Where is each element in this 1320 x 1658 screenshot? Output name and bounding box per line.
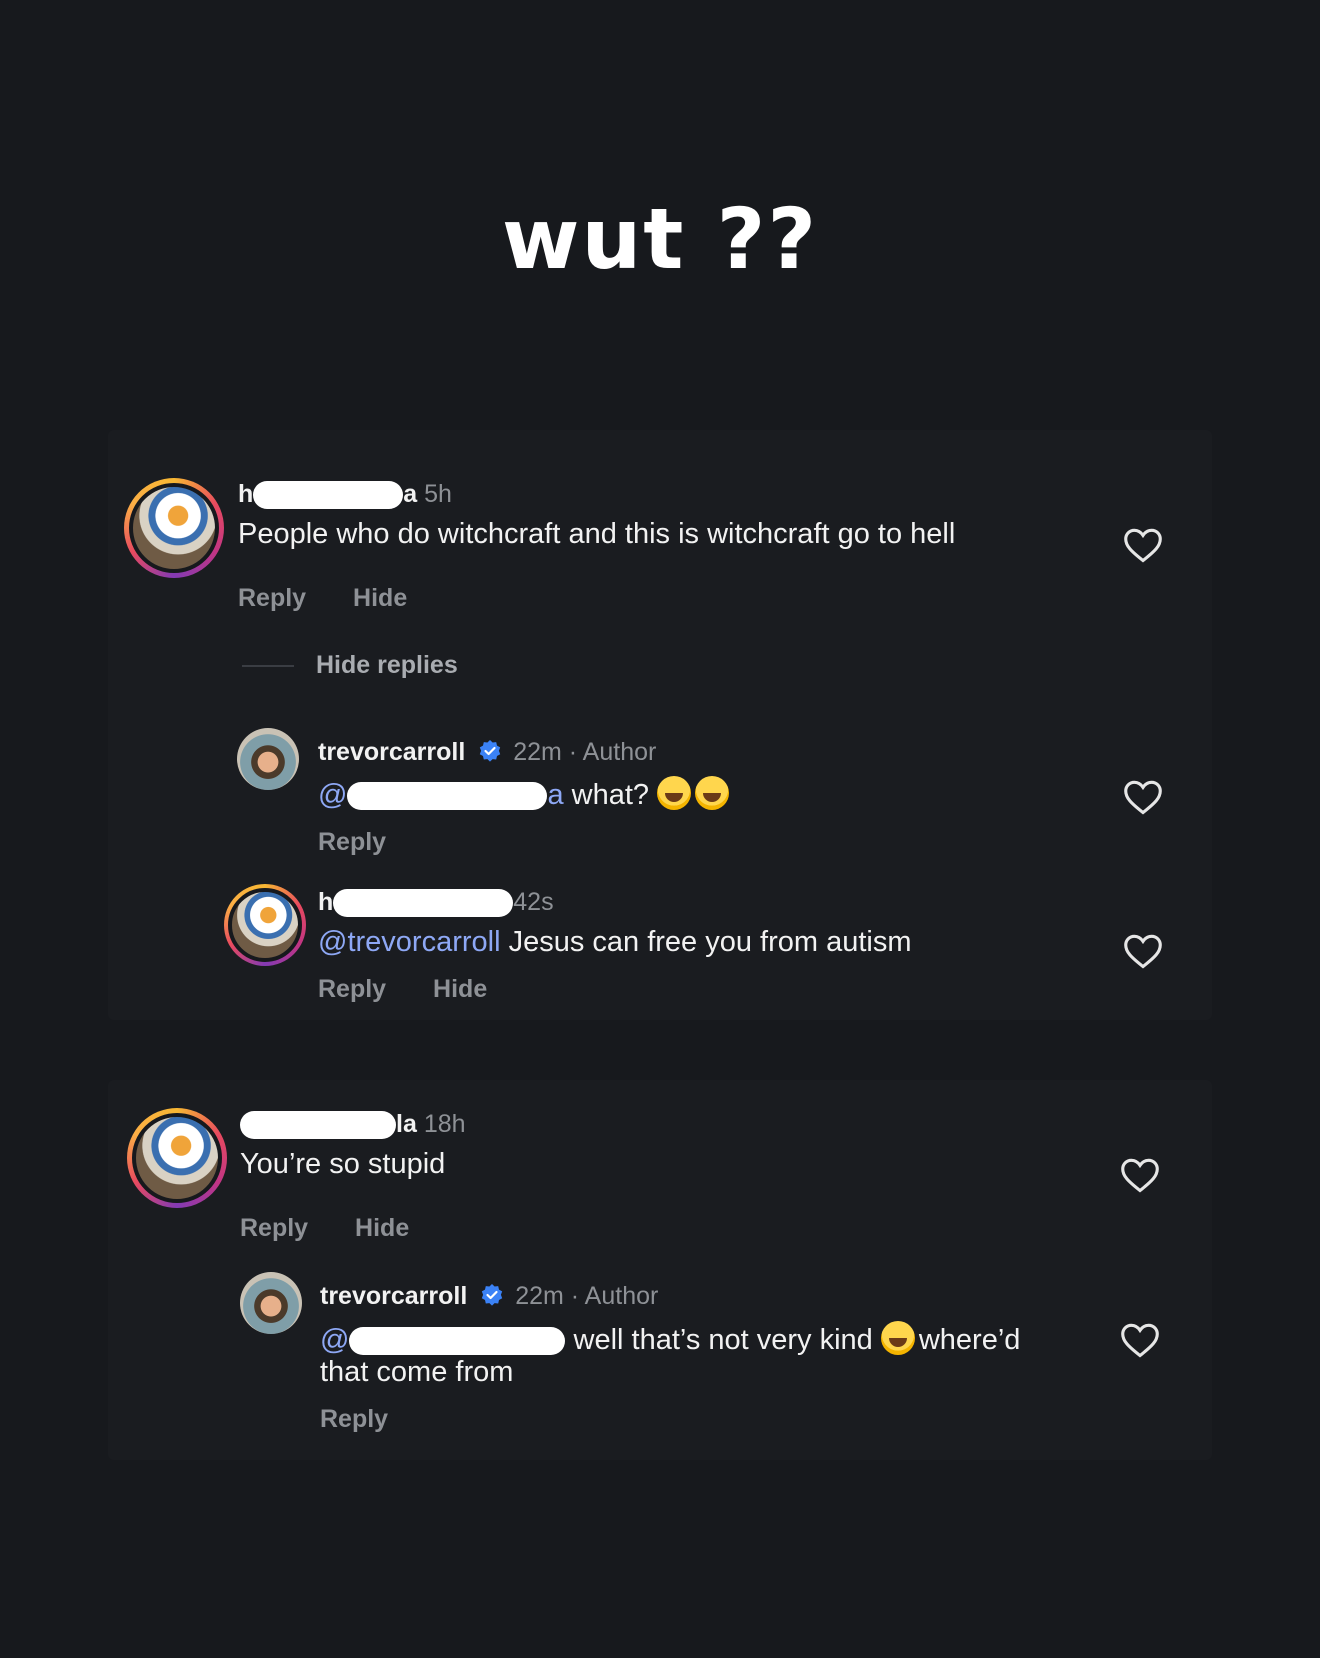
author-avatar[interactable] — [237, 728, 299, 790]
reply-meta: trevorcarroll 22m · Author — [318, 738, 656, 767]
redacted-username — [333, 889, 514, 918]
redacted-mention — [349, 1327, 566, 1356]
reply-button[interactable]: Reply — [318, 828, 386, 856]
reply-message: Jesus can free you from autism — [500, 926, 912, 958]
comment-actions: Reply Hide — [238, 584, 447, 613]
reply-text-line-2: that come from — [320, 1356, 514, 1388]
commenter-avatar[interactable] — [124, 478, 224, 578]
laughing-emoji-icon — [880, 1321, 915, 1355]
heart-icon[interactable] — [1119, 1156, 1161, 1194]
mention-link-start[interactable]: @ — [320, 1324, 349, 1356]
commenter-avatar[interactable] — [127, 1108, 227, 1208]
laughing-emoji-icon — [695, 776, 730, 810]
hide-button[interactable]: Hide — [433, 975, 487, 1003]
reply-actions: Reply Hide — [318, 975, 527, 1004]
comment-text: People who do witchcraft and this is wit… — [238, 518, 956, 550]
verified-badge-icon — [482, 1284, 503, 1306]
heart-icon[interactable] — [1122, 932, 1164, 970]
reply-text: @ a what? — [318, 776, 733, 812]
reply-meta: h 42s — [318, 888, 554, 918]
heart-icon[interactable] — [1119, 1321, 1161, 1359]
comment-time: 5h — [424, 480, 452, 508]
comment-username-end[interactable]: a — [403, 480, 417, 508]
mention-link-start[interactable]: @ — [318, 779, 347, 811]
reply-meta: trevorcarroll 22m · Author — [320, 1282, 658, 1311]
comment-meta: h a 5h — [238, 480, 452, 510]
story-caption: wut ?? — [501, 190, 819, 288]
verified-badge-icon — [480, 740, 501, 762]
comment-username-end[interactable]: la — [396, 1110, 417, 1138]
reply-button[interactable]: Reply — [318, 975, 386, 1003]
mention-link-end[interactable]: a — [547, 779, 563, 811]
reply-button[interactable]: Reply — [238, 584, 306, 612]
reply-message: what? — [563, 779, 650, 811]
reply-time: 22m · Author — [515, 1282, 659, 1310]
comment-username-start[interactable]: h — [238, 480, 253, 508]
reply-button[interactable]: Reply — [240, 1214, 308, 1242]
reply-message: well that’s not very kind — [573, 1324, 873, 1356]
comment-meta: la 18h — [240, 1110, 466, 1140]
hide-button[interactable]: Hide — [353, 584, 407, 612]
laughing-emoji-icon — [657, 776, 692, 810]
heart-icon[interactable] — [1122, 526, 1164, 564]
redacted-mention — [347, 782, 548, 811]
reply-time: 22m · Author — [513, 738, 657, 766]
reply-username[interactable]: trevorcarroll — [320, 1282, 467, 1310]
reply-time: 42s — [513, 888, 554, 916]
heart-icon[interactable] — [1122, 778, 1164, 816]
hide-replies-toggle[interactable]: Hide replies — [242, 651, 458, 680]
reply-message-continued: where’d — [918, 1324, 1021, 1356]
reply-text: @ well that’s not very kind where’d — [320, 1321, 1020, 1357]
hide-replies-label: Hide replies — [316, 651, 458, 679]
reply-actions: Reply — [320, 1405, 428, 1434]
reply-username-start[interactable]: h — [318, 888, 333, 916]
redacted-username — [253, 481, 404, 510]
author-avatar[interactable] — [240, 1272, 302, 1334]
redacted-username — [240, 1111, 396, 1140]
commenter-avatar[interactable] — [224, 884, 306, 966]
reply-actions: Reply — [318, 828, 426, 857]
reply-button[interactable]: Reply — [320, 1405, 388, 1433]
comment-time: 18h — [423, 1110, 466, 1138]
reply-text: @trevorcarroll Jesus can free you from a… — [318, 926, 912, 959]
divider-line — [242, 665, 294, 668]
mention-link[interactable]: @trevorcarroll — [318, 926, 501, 958]
reply-username[interactable]: trevorcarroll — [318, 738, 465, 766]
comment-actions: Reply Hide — [240, 1214, 449, 1243]
hide-button[interactable]: Hide — [355, 1214, 409, 1242]
comment-text: You’re so stupid — [240, 1148, 446, 1180]
